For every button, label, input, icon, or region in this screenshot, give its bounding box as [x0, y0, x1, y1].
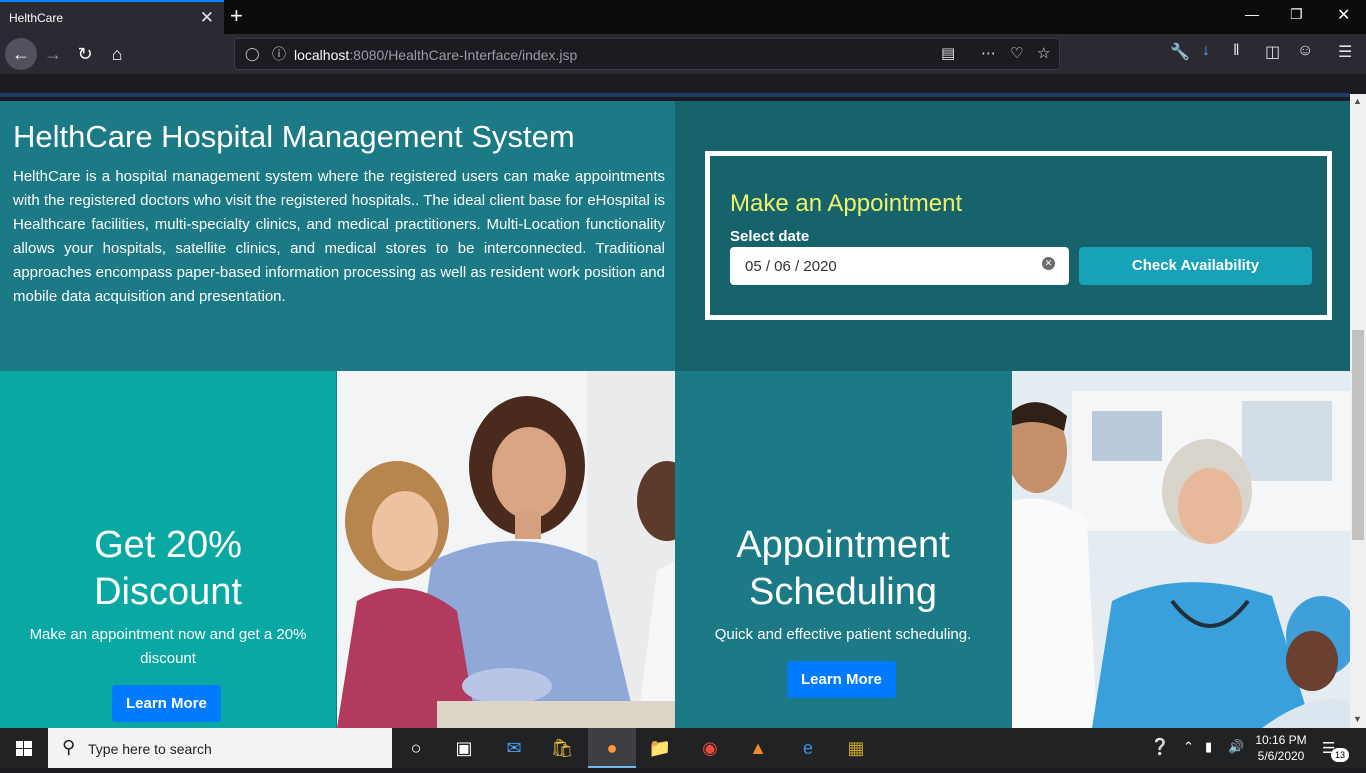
- windows-taskbar: ⚲ Type here to search ○ ▣ ✉ 🛍 ● 📁 ◉ ▲ e …: [0, 728, 1366, 768]
- scheduling-title-line1: Appointment: [736, 524, 950, 566]
- search-icon: ⚲: [62, 737, 76, 757]
- browser-titlebar: HelthCare ✕ + — ❐ ✕: [0, 0, 1366, 34]
- cortana-icon[interactable]: ○: [392, 728, 440, 768]
- start-button[interactable]: [0, 728, 48, 768]
- browser-navbar: ← → ↻ ⌂ ◯ ⓘ localhost:8080/HealthCare-In…: [0, 34, 1366, 74]
- scheduling-subtitle: Quick and effective patient scheduling.: [714, 626, 972, 643]
- sidebar-icon[interactable]: ◫: [1265, 42, 1280, 62]
- battery-icon[interactable]: ▮: [1205, 739, 1212, 755]
- date-label: Select date: [730, 228, 810, 245]
- vlc-icon[interactable]: ▲: [734, 728, 782, 768]
- url-host: localhost: [294, 47, 350, 63]
- discount-learn-more-button[interactable]: Learn More: [112, 685, 221, 722]
- appointment-panel: Make an Appointment Select date 05 / 06 …: [675, 101, 1350, 371]
- page-title: HelthCare Hospital Management System: [13, 119, 575, 154]
- menu-icon[interactable]: ☰: [1338, 42, 1352, 62]
- windows-logo-icon: [16, 741, 32, 756]
- page-top-strip: [0, 74, 1366, 101]
- tab-title: HelthCare: [9, 11, 64, 25]
- store-icon[interactable]: 🛍: [538, 728, 586, 768]
- show-hidden-icons-icon[interactable]: ⌃: [1183, 739, 1194, 755]
- date-input[interactable]: 05 / 06 / 2020 ✕: [730, 247, 1069, 285]
- page-actions-icon[interactable]: ⋯: [981, 44, 996, 62]
- site-info-icon[interactable]: ⓘ: [272, 44, 286, 64]
- page-content: HelthCare Hospital Management System Hel…: [0, 101, 1350, 728]
- system-clock[interactable]: 10:16 PM 5/6/2020: [1254, 732, 1308, 764]
- discount-title-line1: Get 20%: [94, 524, 242, 566]
- discount-subtitle: Make an appointment now and get a 20% di…: [29, 626, 307, 667]
- family-doctor-illustration: [337, 371, 675, 728]
- back-icon[interactable]: ←: [5, 38, 37, 70]
- url-path: :8080/HealthCare-Interface/index.jsp: [349, 47, 578, 63]
- help-icon[interactable]: ❔: [1150, 737, 1170, 757]
- forward-icon[interactable]: →: [37, 38, 69, 70]
- date-value: 05 / 06 / 2020: [745, 258, 837, 275]
- scroll-down-icon[interactable]: ▼: [1353, 714, 1362, 724]
- page-scrollbar[interactable]: ▲ ▼: [1350, 94, 1366, 728]
- edge-icon[interactable]: e: [784, 728, 832, 768]
- file-explorer-icon[interactable]: 📁: [636, 728, 684, 768]
- discount-promo: Get 20% Discount Make an appointment now…: [0, 371, 336, 728]
- window-close-icon[interactable]: ✕: [1337, 5, 1350, 25]
- reload-icon[interactable]: ↻: [69, 38, 101, 70]
- check-availability-button[interactable]: Check Availability: [1079, 247, 1312, 285]
- appointment-form: Make an Appointment Select date 05 / 06 …: [705, 151, 1332, 320]
- notification-badge: 13: [1331, 748, 1349, 762]
- restore-icon[interactable]: ❐: [1290, 6, 1303, 23]
- scheduling-promo: Appointment Scheduling Quick and effecti…: [675, 371, 1011, 728]
- discount-title-line2: Discount: [94, 571, 242, 613]
- download-icon[interactable]: ↓: [1202, 42, 1210, 60]
- site-navbar-edge: [0, 93, 1350, 97]
- intro-description: HelthCare is a hospital management syste…: [13, 168, 665, 305]
- task-view-icon[interactable]: ▣: [440, 728, 488, 768]
- scroll-up-icon[interactable]: ▲: [1353, 96, 1362, 106]
- bookmark-star-icon[interactable]: ☆: [1037, 44, 1050, 62]
- home-icon[interactable]: ⌂: [101, 38, 133, 70]
- minimize-icon[interactable]: —: [1245, 6, 1259, 22]
- nurses-patient-photo: [1012, 371, 1350, 728]
- wrench-icon[interactable]: 🔧: [1170, 42, 1190, 62]
- app-icon[interactable]: ▦: [832, 728, 880, 768]
- clock-time: 10:16 PM: [1255, 733, 1307, 747]
- volume-icon[interactable]: 🔊: [1228, 739, 1244, 755]
- appointment-heading: Make an Appointment: [730, 190, 963, 217]
- browser-tab[interactable]: HelthCare ✕: [0, 0, 224, 34]
- url-text[interactable]: localhost:8080/HealthCare-Interface/inde…: [294, 47, 577, 63]
- scrollbar-thumb[interactable]: [1352, 330, 1364, 540]
- tab-close-icon[interactable]: ✕: [200, 8, 214, 28]
- account-icon[interactable]: ☺: [1297, 42, 1313, 60]
- library-icon[interactable]: ‖: [1233, 42, 1240, 60]
- pocket-icon[interactable]: ♡: [1010, 44, 1023, 62]
- address-bar[interactable]: ◯ ⓘ localhost:8080/HealthCare-Interface/…: [234, 38, 1060, 70]
- firefox-icon[interactable]: ●: [588, 728, 636, 768]
- search-placeholder: Type here to search: [88, 741, 212, 757]
- scheduling-title-line2: Scheduling: [748, 571, 938, 613]
- taskbar-search[interactable]: ⚲ Type here to search: [48, 728, 392, 768]
- reader-view-icon[interactable]: ▤: [941, 44, 955, 62]
- scheduling-learn-more-button[interactable]: Learn More: [787, 661, 896, 698]
- nurses-patient-illustration: [1012, 371, 1350, 728]
- clock-date: 5/6/2020: [1257, 749, 1305, 763]
- mail-icon[interactable]: ✉: [490, 728, 538, 768]
- clear-date-icon[interactable]: ✕: [1042, 257, 1055, 270]
- tracking-shield-icon[interactable]: ◯: [245, 46, 260, 62]
- chrome-icon[interactable]: ◉: [686, 728, 734, 768]
- intro-section: HelthCare Hospital Management System Hel…: [0, 101, 675, 371]
- family-doctor-photo: [337, 371, 675, 728]
- new-tab-icon[interactable]: +: [230, 3, 243, 29]
